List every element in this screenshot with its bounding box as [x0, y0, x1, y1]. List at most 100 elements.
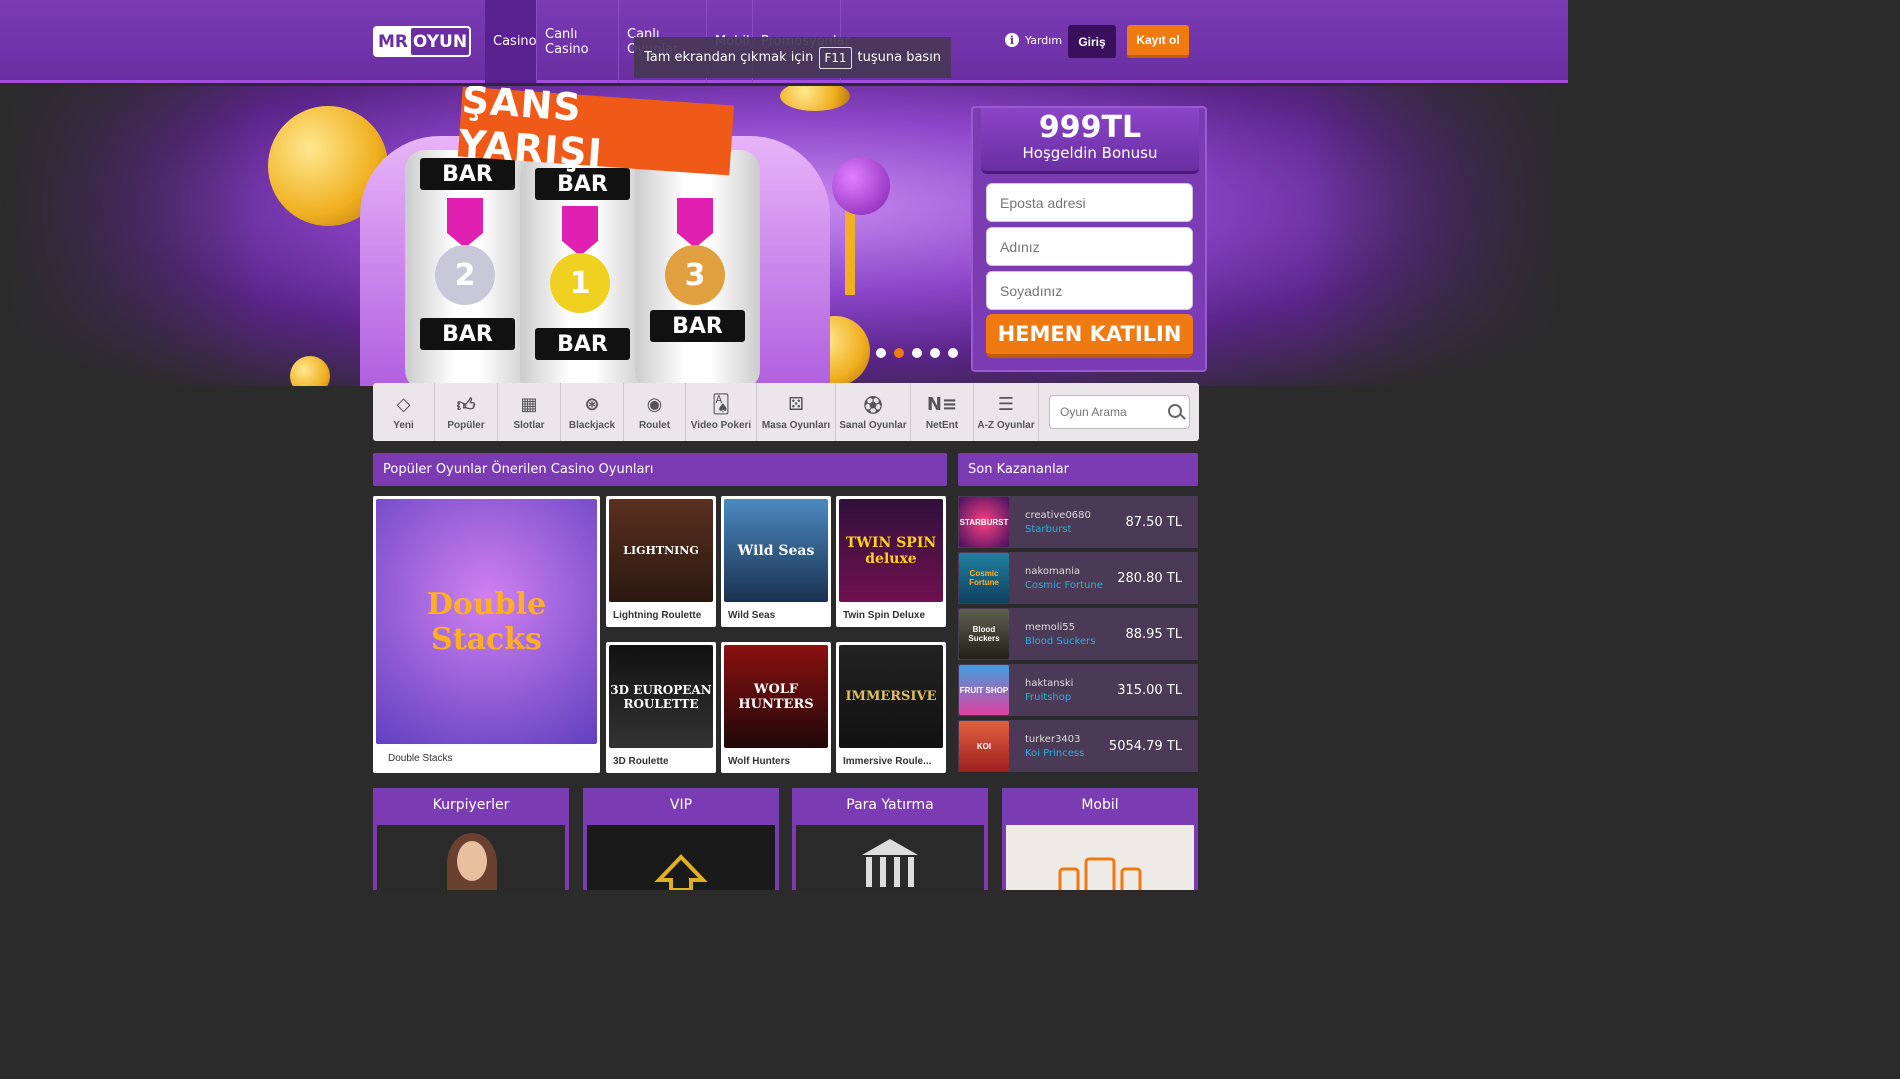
- game-name: Immersive Roule...: [843, 756, 932, 767]
- winner-game-thumb: KOI: [959, 721, 1009, 771]
- nav-casino[interactable]: Casino: [485, 0, 537, 83]
- game-thumb: Double Stacks: [376, 499, 597, 744]
- hero-banner[interactable]: BAR 2 BAR BAR 1 BAR 3 BAR ŞANS YARIŞI: [0, 86, 1568, 386]
- medal-ribbon: [562, 206, 598, 256]
- category-virtual-games[interactable]: ⚽︎ Sanal Oyunlar: [836, 383, 911, 441]
- winner-row[interactable]: FRUIT SHOP haktanski Fruitshop 315.00 TL: [958, 664, 1198, 716]
- category-a-z[interactable]: ☰ A-Z Oyunlar: [974, 383, 1039, 441]
- silver-medal-icon: 2: [435, 245, 495, 305]
- game-name: 3D Roulette: [613, 756, 669, 767]
- carousel-dot[interactable]: [930, 348, 940, 358]
- winner-game-thumb: STARBURST: [959, 497, 1009, 547]
- winner-game-link[interactable]: Cosmic Fortune: [1025, 580, 1117, 591]
- carousel-dot[interactable]: [876, 348, 886, 358]
- vip-image: [587, 825, 775, 890]
- winner-game-link[interactable]: Starburst: [1025, 524, 1125, 535]
- game-tile[interactable]: LIGHTNING Lightning Roulette: [606, 496, 716, 627]
- card-deposit[interactable]: Para Yatırma: [792, 788, 988, 890]
- category-new[interactable]: ◇ Yeni: [373, 383, 435, 441]
- winner-username: turker3403: [1025, 733, 1081, 745]
- roulette-icon: ◉: [646, 394, 663, 415]
- slot-reel: BAR 1 BAR: [520, 158, 645, 386]
- soccer-ball-icon: ⚽︎: [864, 395, 882, 417]
- slot-reel: 3 BAR: [635, 150, 760, 386]
- winner-amount: 88.95 TL: [1125, 626, 1182, 642]
- reel-bar-bottom: BAR: [650, 310, 745, 342]
- game-thumb: Wild Seas: [724, 499, 828, 602]
- chip-icon: ⊛: [584, 394, 600, 415]
- winner-amount: 87.50 TL: [1125, 514, 1182, 530]
- winner-amount: 280.80 TL: [1117, 570, 1182, 586]
- game-tile[interactable]: 3D EUROPEAN ROULETTE 3D Roulette: [606, 642, 716, 773]
- gold-medal-icon: 1: [550, 253, 610, 313]
- category-label: Yeni: [393, 419, 414, 431]
- dice-icon: ⚄: [788, 394, 804, 415]
- winner-row[interactable]: STARBURST creative0680 Starburst 87.50 T…: [958, 496, 1198, 548]
- winner-row[interactable]: KOI turker3403 Koi Princess 5054.79 TL: [958, 720, 1198, 772]
- card-dealers[interactable]: Kurpiyerler: [373, 788, 569, 890]
- site-logo[interactable]: MR OYUN: [373, 26, 471, 57]
- category-roulette[interactable]: ◉ Roulet: [624, 383, 686, 441]
- category-blackjack[interactable]: ⊛ Blackjack: [561, 383, 624, 441]
- game-tile[interactable]: Wild Seas Wild Seas: [721, 496, 831, 627]
- logo-oyun-text: OYUN: [411, 28, 469, 55]
- winner-game-link[interactable]: Blood Suckers: [1025, 636, 1125, 647]
- nav-live-casino[interactable]: Canlı Casino: [537, 0, 619, 83]
- winner-row[interactable]: Cosmic Fortune nakomania Cosmic Fortune …: [958, 552, 1198, 604]
- category-video-poker[interactable]: 🂡 Video Pokeri: [686, 383, 757, 441]
- carousel-dot[interactable]: [948, 348, 958, 358]
- carousel-dot[interactable]: [912, 348, 922, 358]
- winner-info: turker3403 Koi Princess: [1025, 734, 1109, 759]
- category-table-games[interactable]: ⚄ Masa Oyunları: [757, 383, 836, 441]
- game-tile[interactable]: TWIN SPIN deluxe Twin Spin Deluxe: [836, 496, 946, 627]
- join-now-button[interactable]: HEMEN KATILIN: [986, 314, 1193, 358]
- winner-info: haktanski Fruitshop: [1025, 678, 1117, 703]
- card-vip[interactable]: VIP: [583, 788, 779, 890]
- help-label: Yardım: [1025, 33, 1063, 47]
- diamond-icon: ◇: [396, 394, 411, 415]
- bank-icon: [862, 839, 918, 887]
- category-netent[interactable]: N≡ NetEnt: [911, 383, 974, 441]
- game-thumb: WOLF HUNTERS: [724, 645, 828, 748]
- game-tile[interactable]: IMMERSIVE Immersive Roule...: [836, 642, 946, 773]
- category-slots[interactable]: ▦ Slotlar: [498, 383, 561, 441]
- last-name-field[interactable]: [986, 271, 1193, 310]
- bonus-subtitle: Hoşgeldin Bonusu: [1022, 144, 1158, 162]
- menu-icon: ☰: [997, 394, 1015, 415]
- hero-fade-left: [0, 86, 260, 386]
- winner-game-link[interactable]: Koi Princess: [1025, 748, 1109, 759]
- first-name-field[interactable]: [986, 227, 1193, 266]
- winner-info: memoli55 Blood Suckers: [1025, 622, 1125, 647]
- toast-text-after: tuşuna basın: [857, 50, 942, 65]
- game-tile[interactable]: WOLF HUNTERS Wolf Hunters: [721, 642, 831, 773]
- bonus-amount: 999TL: [1038, 110, 1142, 145]
- winner-username: nakomania: [1025, 565, 1081, 577]
- game-thumb: IMMERSIVE: [839, 645, 943, 748]
- winner-game-thumb: Cosmic Fortune: [959, 553, 1009, 603]
- winner-info: creative0680 Starburst: [1025, 510, 1125, 535]
- winner-amount: 5054.79 TL: [1108, 738, 1182, 754]
- help-link[interactable]: i Yardım: [1005, 33, 1062, 47]
- category-label: Sanal Oyunlar: [839, 419, 907, 431]
- category-label: Popüler: [447, 419, 485, 431]
- game-name: Twin Spin Deluxe: [843, 610, 926, 621]
- game-tile-featured[interactable]: Double Stacks Double Stacks: [373, 496, 600, 773]
- medal-ribbon: [677, 198, 713, 248]
- hero-title: ŞANS YARIŞI: [457, 86, 735, 175]
- winner-game-link[interactable]: Fruitshop: [1025, 692, 1117, 703]
- category-label: A-Z Oyunlar: [977, 419, 1035, 431]
- category-label: Blackjack: [568, 419, 616, 431]
- email-field[interactable]: [986, 183, 1193, 222]
- winner-row[interactable]: Blood Suckers memoli55 Blood Suckers 88.…: [958, 608, 1198, 660]
- search-icon[interactable]: [1168, 404, 1182, 418]
- carousel-dot-active[interactable]: [894, 348, 904, 358]
- category-popular[interactable]: 👍︎ Popüler: [435, 383, 498, 441]
- game-thumb: TWIN SPIN deluxe: [839, 499, 943, 602]
- winner-username: memoli55: [1025, 621, 1076, 633]
- category-bar: ◇ Yeni 👍︎ Popüler ▦ Slotlar ⊛ Blackjack …: [373, 383, 1199, 441]
- card-mobile[interactable]: Mobil: [1002, 788, 1198, 890]
- login-button[interactable]: Giriş: [1068, 25, 1116, 58]
- winner-info: nakomania Cosmic Fortune: [1025, 566, 1117, 591]
- game-name: Wild Seas: [728, 610, 776, 621]
- register-button[interactable]: Kayıt ol: [1127, 25, 1189, 58]
